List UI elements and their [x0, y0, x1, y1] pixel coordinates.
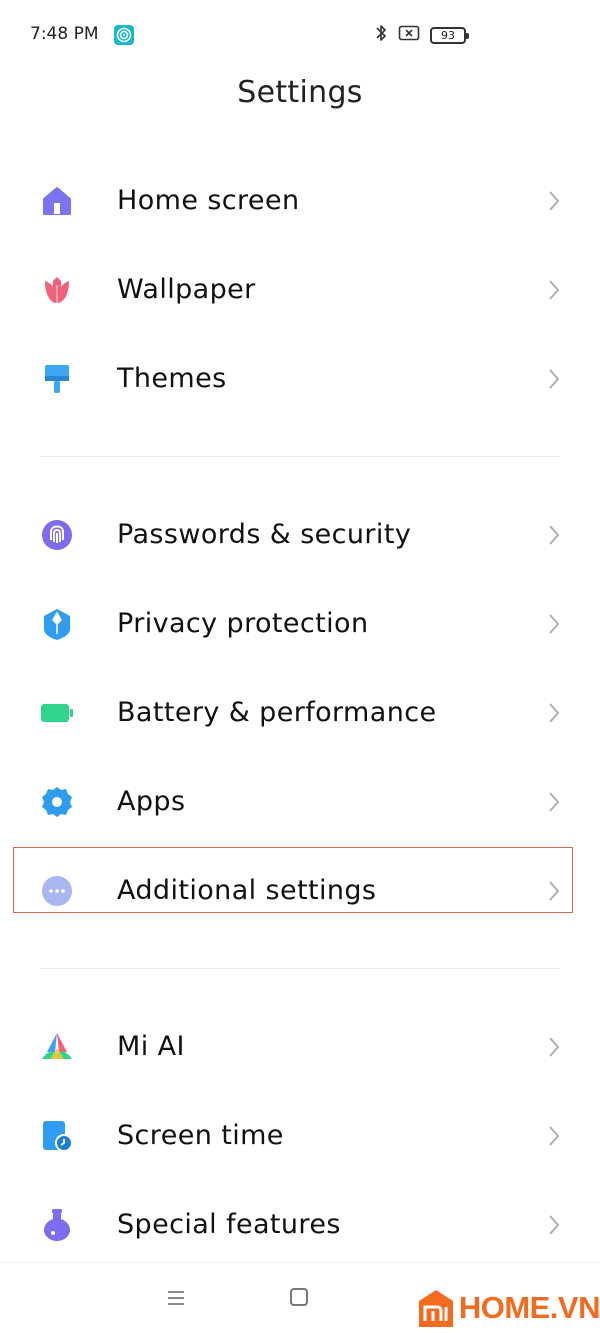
more-dots-icon [40, 874, 74, 908]
settings-item-special-features[interactable]: Special features [0, 1180, 600, 1269]
settings-item-privacy-protection[interactable]: Privacy protection [0, 579, 600, 668]
chevron-right-icon [546, 1035, 562, 1059]
chevron-right-icon [546, 189, 562, 213]
screen-time-icon [40, 1119, 74, 1153]
status-indicators: 93 [374, 23, 469, 47]
settings-item-mi-ai[interactable]: Mi AI [0, 1002, 600, 1091]
app-notification-icon [114, 25, 134, 45]
battery-icon [40, 696, 74, 730]
settings-item-label: Mi AI [117, 1031, 185, 1062]
settings-list: Home screen Wallpaper Themes Passwords &… [0, 156, 600, 1269]
settings-item-screen-time[interactable]: Screen time [0, 1091, 600, 1180]
home-icon [40, 184, 74, 218]
chevron-right-icon [546, 367, 562, 391]
settings-item-label: Screen time [117, 1120, 284, 1151]
shield-icon [40, 607, 74, 641]
gear-icon [40, 785, 74, 819]
chevron-right-icon [546, 701, 562, 725]
settings-item-apps[interactable]: Apps [0, 757, 600, 846]
chevron-right-icon [546, 612, 562, 636]
settings-item-label: Themes [117, 363, 227, 394]
settings-item-passwords-security[interactable]: Passwords & security [0, 490, 600, 579]
settings-item-label: Apps [117, 786, 186, 817]
battery-indicator: 93 [430, 26, 469, 44]
settings-item-wallpaper[interactable]: Wallpaper [0, 245, 600, 334]
watermark-text: HOME.VN [458, 1290, 600, 1325]
tulip-icon [40, 273, 74, 307]
no-sim-icon [398, 24, 420, 46]
bluetooth-icon [374, 23, 388, 47]
chevron-right-icon [546, 278, 562, 302]
settings-group-personalization: Home screen Wallpaper Themes [0, 156, 600, 423]
settings-item-label: Privacy protection [117, 608, 369, 639]
page-title: Settings [237, 75, 363, 110]
settings-group-system: Passwords & security Privacy protection [0, 490, 600, 935]
chevron-right-icon [546, 1124, 562, 1148]
settings-item-label: Wallpaper [117, 274, 256, 305]
settings-item-label: Passwords & security [117, 519, 412, 550]
home-button[interactable] [290, 1288, 308, 1306]
fingerprint-icon [40, 518, 74, 552]
navigation-bar: HOME.VN [0, 1262, 600, 1333]
watermark: HOME.VN [415, 1283, 600, 1333]
mi-logo-icon [415, 1287, 457, 1329]
recent-apps-button[interactable] [166, 1290, 186, 1306]
flask-icon [40, 1208, 74, 1242]
settings-item-themes[interactable]: Themes [0, 334, 600, 423]
settings-item-label: Home screen [117, 185, 300, 216]
chevron-right-icon [546, 523, 562, 547]
settings-item-additional-settings[interactable]: Additional settings [0, 846, 600, 935]
chevron-right-icon [546, 790, 562, 814]
settings-item-battery-performance[interactable]: Battery & performance [0, 668, 600, 757]
settings-item-label: Special features [117, 1209, 341, 1240]
settings-group-features: Mi AI Screen time Special features [0, 1002, 600, 1269]
status-time: 7:48 PM [30, 24, 99, 44]
chevron-right-icon [546, 1213, 562, 1237]
settings-item-label: Battery & performance [117, 697, 437, 728]
chevron-right-icon [546, 879, 562, 903]
status-bar: 7:48 PM 93 [0, 0, 600, 70]
settings-item-label: Additional settings [117, 875, 377, 906]
paintbrush-icon [40, 362, 74, 396]
settings-item-home-screen[interactable]: Home screen [0, 156, 600, 245]
mi-ai-icon [40, 1030, 74, 1064]
